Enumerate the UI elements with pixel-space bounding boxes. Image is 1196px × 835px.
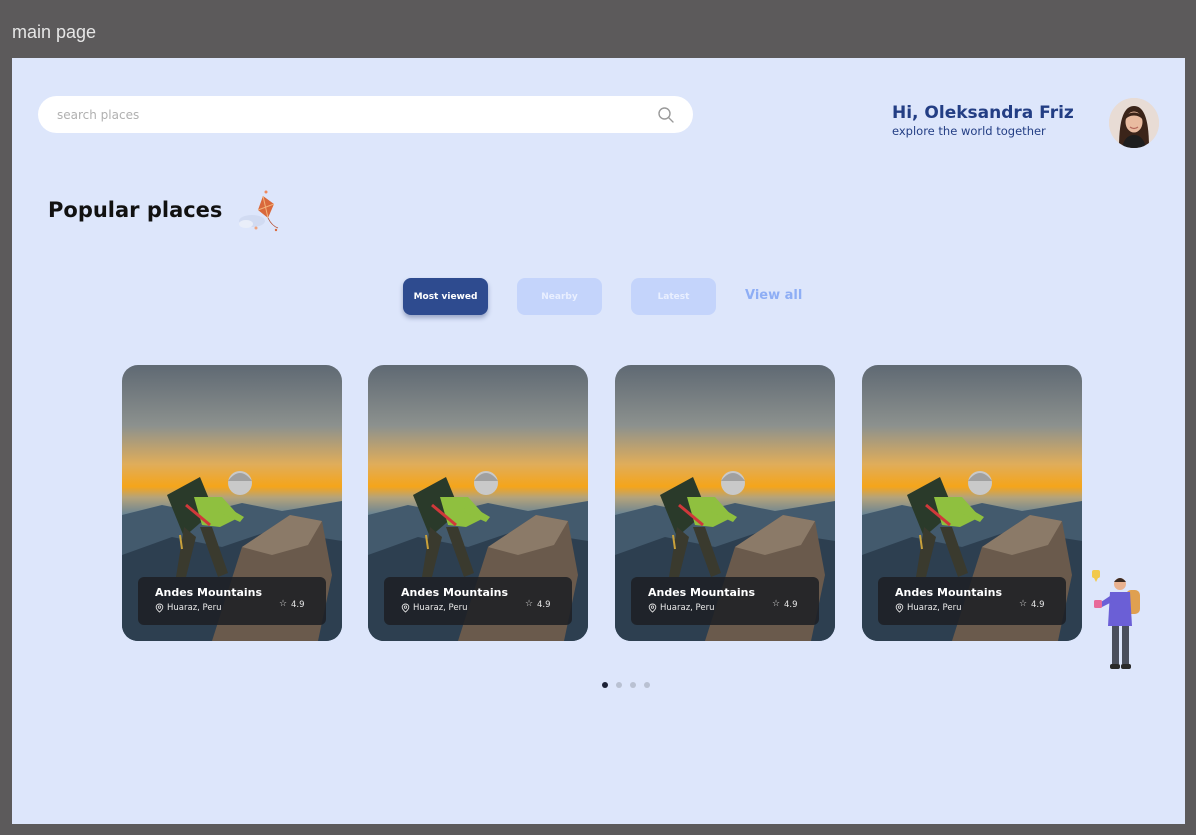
card-rating: 4.9 <box>784 600 798 610</box>
window-title: main page <box>12 22 97 42</box>
place-card[interactable]: Andes Mountains Huaraz, Peru ☆ 4.9 <box>862 365 1082 641</box>
card-title: Andes Mountains <box>648 586 756 599</box>
main-page-canvas: Hi, Oleksandra Friz explore the world to… <box>12 58 1185 824</box>
card-info-panel: Andes Mountains Huaraz, Peru ☆ 4.9 <box>631 577 819 625</box>
card-info-panel: Andes Mountains Huaraz, Peru ☆ 4.9 <box>878 577 1066 625</box>
filter-nearby[interactable]: Nearby <box>517 278 602 315</box>
filter-latest[interactable]: Latest <box>631 278 716 315</box>
search-input[interactable] <box>57 96 617 133</box>
place-card[interactable]: Andes Mountains Huaraz, Peru ☆ 4.9 <box>615 365 835 641</box>
section-title: Popular places <box>48 198 223 222</box>
search-icon[interactable] <box>657 106 675 124</box>
pagination-dot-2[interactable] <box>616 682 622 688</box>
location-pin-icon <box>895 603 904 613</box>
filter-most-viewed[interactable]: Most viewed <box>403 278 488 315</box>
card-info-panel: Andes Mountains Huaraz, Peru ☆ 4.9 <box>384 577 572 625</box>
place-card[interactable]: Andes Mountains Huaraz, Peru ☆ 4.9 <box>368 365 588 641</box>
location-pin-icon <box>648 603 657 613</box>
pagination-dot-3[interactable] <box>630 682 636 688</box>
user-greeting: Hi, Oleksandra Friz explore the world to… <box>892 102 1102 138</box>
card-location: Huaraz, Peru <box>413 603 468 613</box>
pagination-dot-4[interactable] <box>644 682 650 688</box>
card-title: Andes Mountains <box>401 586 509 599</box>
star-icon: ☆ <box>525 599 534 609</box>
kite-illustration <box>239 190 279 232</box>
star-icon: ☆ <box>772 599 781 609</box>
card-rating: 4.9 <box>1031 600 1045 610</box>
star-icon: ☆ <box>1019 599 1028 609</box>
card-rating: 4.9 <box>537 600 551 610</box>
greeting-subtitle: explore the world together <box>892 124 1046 138</box>
star-icon: ☆ <box>279 599 288 609</box>
card-rating: 4.9 <box>291 600 305 610</box>
search-bar[interactable] <box>38 96 693 133</box>
card-location: Huaraz, Peru <box>660 603 715 613</box>
location-pin-icon <box>155 603 164 613</box>
traveler-illustration <box>1092 570 1140 669</box>
card-title: Andes Mountains <box>155 586 263 599</box>
card-info-panel: Andes Mountains Huaraz, Peru ☆ 4.9 <box>138 577 326 625</box>
card-location: Huaraz, Peru <box>907 603 962 613</box>
location-pin-icon <box>401 603 410 613</box>
pagination-dot-1[interactable] <box>602 682 608 688</box>
view-all-link[interactable]: View all <box>745 288 802 303</box>
greeting-name: Hi, Oleksandra Friz <box>892 103 1074 123</box>
card-location: Huaraz, Peru <box>167 603 222 613</box>
avatar-image <box>1109 98 1159 148</box>
card-title: Andes Mountains <box>895 586 1003 599</box>
avatar[interactable] <box>1109 98 1159 148</box>
place-card[interactable]: Andes Mountains Huaraz, Peru ☆ 4.9 <box>122 365 342 641</box>
